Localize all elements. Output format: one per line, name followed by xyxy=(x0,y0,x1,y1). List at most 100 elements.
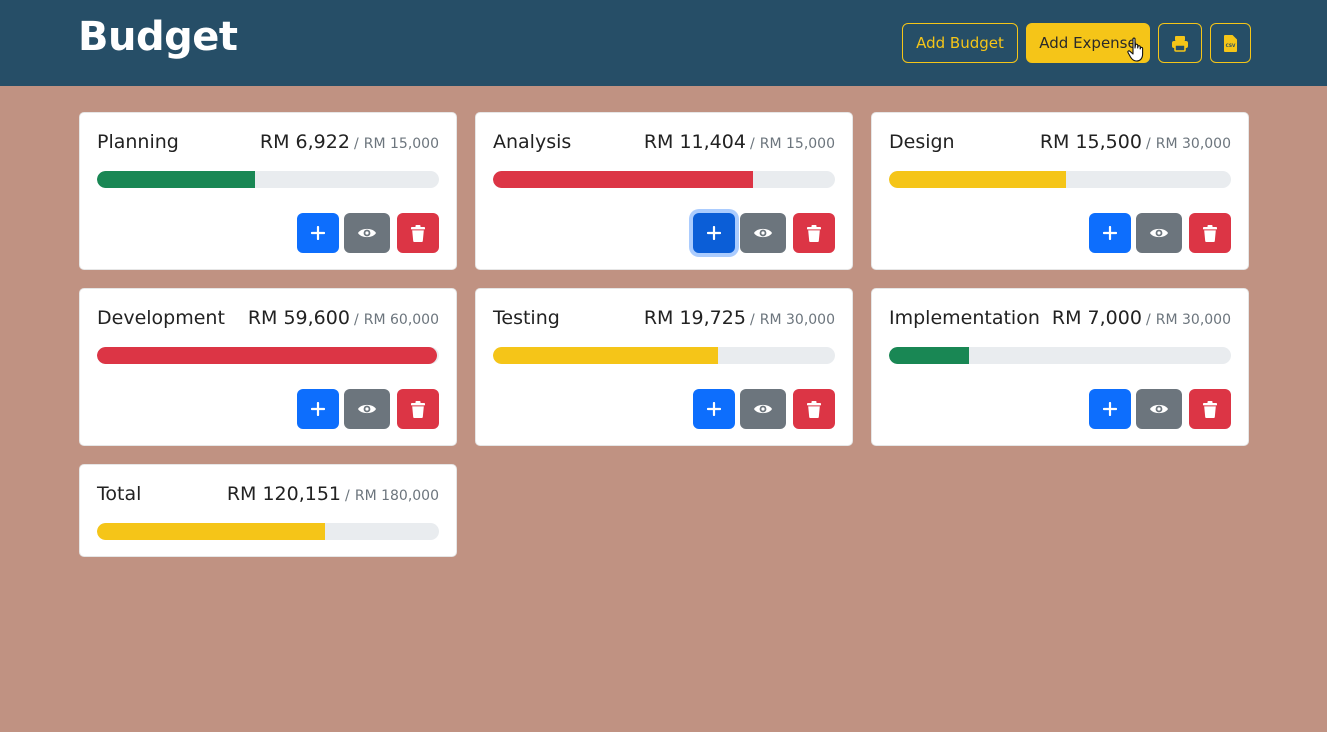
delete-budget-button[interactable] xyxy=(793,389,835,429)
view-expenses-button[interactable] xyxy=(740,389,786,429)
add-expense-to-budget-button[interactable] xyxy=(693,213,735,253)
budget-amounts: RM 6,922/ RM 15,000 xyxy=(260,131,439,153)
plus-icon xyxy=(311,226,325,240)
view-expenses-button[interactable] xyxy=(740,213,786,253)
budget-card: Planning RM 6,922/ RM 15,000 xyxy=(79,112,457,270)
budget-name: Analysis xyxy=(493,131,572,153)
trash-icon xyxy=(1203,224,1217,242)
view-expenses-button[interactable] xyxy=(1136,213,1182,253)
delete-budget-button[interactable] xyxy=(397,213,439,253)
eye-icon xyxy=(358,228,376,238)
budget-card: Development RM 59,600/ RM 60,000 xyxy=(79,288,457,446)
budget-limit: RM 15,000 xyxy=(363,136,439,152)
progress-bar xyxy=(493,347,835,364)
delete-budget-button[interactable] xyxy=(1189,213,1231,253)
budget-amounts: RM 7,000/ RM 30,000 xyxy=(1052,307,1231,329)
budget-limit: RM 30,000 xyxy=(1155,312,1231,328)
hand-cursor-icon xyxy=(1127,37,1144,62)
budget-name: Design xyxy=(889,131,955,153)
budget-limit: RM 60,000 xyxy=(363,312,439,328)
trash-icon xyxy=(807,400,821,418)
plus-icon xyxy=(311,402,325,416)
progress-bar xyxy=(889,347,1231,364)
export-csv-button[interactable]: CSV xyxy=(1210,23,1251,63)
spent-amount: RM 19,725 xyxy=(643,307,746,329)
eye-icon xyxy=(358,404,376,414)
budget-card: Analysis RM 11,404/ RM 15,000 xyxy=(475,112,853,270)
budget-amounts: RM 11,404/ RM 15,000 xyxy=(644,131,835,153)
progress-bar xyxy=(97,523,439,540)
budget-card: Testing RM 19,725/ RM 30,000 xyxy=(475,288,853,446)
budget-limit: RM 15,000 xyxy=(759,136,835,152)
spent-amount: RM 11,404 xyxy=(643,131,746,153)
delete-budget-button[interactable] xyxy=(1189,389,1231,429)
amount-separator: / xyxy=(353,136,359,152)
budget-card: Design RM 15,500/ RM 30,000 xyxy=(871,112,1249,270)
csv-icon-label: CSV xyxy=(1226,43,1236,49)
page-title: Budget xyxy=(78,14,238,60)
budget-limit: RM 180,000 xyxy=(354,488,439,504)
budget-name: Implementation xyxy=(889,307,1040,329)
progress-fill xyxy=(889,347,969,364)
amount-separator: / xyxy=(749,312,755,328)
amount-separator: / xyxy=(749,136,755,152)
add-expense-to-budget-button[interactable] xyxy=(1089,389,1131,429)
budget-amounts: RM 59,600/ RM 60,000 xyxy=(248,307,439,329)
add-expense-to-budget-button[interactable] xyxy=(297,213,339,253)
plus-icon xyxy=(1103,402,1117,416)
trash-icon xyxy=(807,224,821,242)
add-budget-button[interactable]: Add Budget xyxy=(902,23,1018,63)
view-expenses-button[interactable] xyxy=(344,213,390,253)
budget-limit: RM 30,000 xyxy=(1155,136,1231,152)
plus-icon xyxy=(1103,226,1117,240)
spent-amount: RM 6,922 xyxy=(259,131,350,153)
add-expense-to-budget-button[interactable] xyxy=(693,389,735,429)
delete-budget-button[interactable] xyxy=(793,213,835,253)
spent-amount: RM 7,000 xyxy=(1051,307,1142,329)
budget-amounts: RM 120,151/ RM 180,000 xyxy=(227,483,439,505)
progress-fill xyxy=(97,523,326,540)
budget-amounts: RM 15,500/ RM 30,000 xyxy=(1040,131,1231,153)
add-expense-to-budget-button[interactable] xyxy=(297,389,339,429)
csv-file-icon: CSV xyxy=(1224,34,1237,52)
progress-fill xyxy=(889,171,1066,188)
progress-bar xyxy=(97,171,439,188)
amount-separator: / xyxy=(1145,136,1151,152)
plus-icon xyxy=(707,402,721,416)
budget-name: Testing xyxy=(493,307,560,329)
spent-amount: RM 59,600 xyxy=(247,307,350,329)
budget-card: Implementation RM 7,000/ RM 30,000 xyxy=(871,288,1249,446)
spent-amount: RM 15,500 xyxy=(1039,131,1142,153)
amount-separator: / xyxy=(1145,312,1151,328)
budget-amounts: RM 19,725/ RM 30,000 xyxy=(644,307,835,329)
amount-separator: / xyxy=(345,488,350,504)
budget-name: Total xyxy=(97,483,142,505)
trash-icon xyxy=(1203,400,1217,418)
plus-icon xyxy=(707,226,721,240)
progress-fill xyxy=(493,171,754,188)
print-button[interactable] xyxy=(1158,23,1202,63)
trash-icon xyxy=(411,400,425,418)
budget-name: Planning xyxy=(97,131,179,153)
progress-fill xyxy=(97,171,255,188)
budget-name: Development xyxy=(97,307,225,329)
total-card: Total RM 120,151/ RM 180,000 xyxy=(79,464,457,557)
eye-icon xyxy=(754,228,772,238)
amount-separator: / xyxy=(353,312,359,328)
progress-bar xyxy=(493,171,835,188)
eye-icon xyxy=(754,404,772,414)
progress-fill xyxy=(97,347,437,364)
budget-limit: RM 30,000 xyxy=(759,312,835,328)
eye-icon xyxy=(1150,404,1168,414)
add-expense-to-budget-button[interactable] xyxy=(1089,213,1131,253)
progress-bar xyxy=(97,347,439,364)
view-expenses-button[interactable] xyxy=(344,389,390,429)
spent-amount: RM 120,151 xyxy=(226,483,342,505)
trash-icon xyxy=(411,224,425,242)
progress-bar xyxy=(889,171,1231,188)
progress-fill xyxy=(493,347,718,364)
delete-budget-button[interactable] xyxy=(397,389,439,429)
eye-icon xyxy=(1150,228,1168,238)
view-expenses-button[interactable] xyxy=(1136,389,1182,429)
print-icon xyxy=(1172,35,1188,52)
